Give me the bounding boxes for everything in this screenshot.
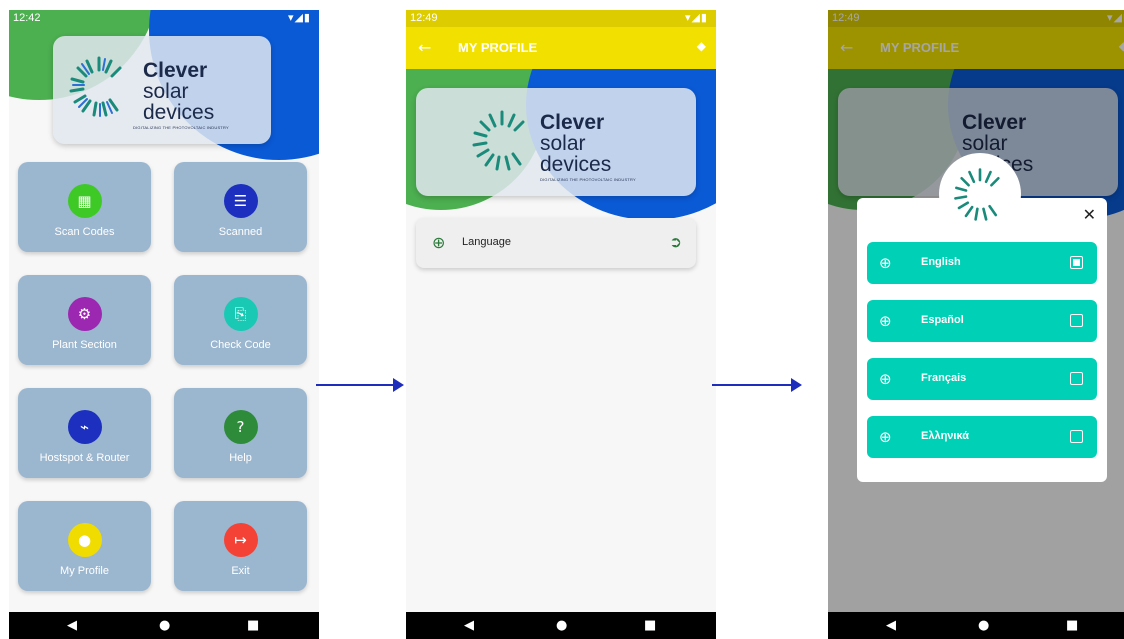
globe-icon: ⊕ xyxy=(879,428,892,446)
nav-back-icon[interactable]: ◀ xyxy=(464,618,474,633)
status-icons: ▾◢▮ xyxy=(287,12,311,24)
wifi-icon: ◆ xyxy=(696,39,706,53)
brand-logo-icon xyxy=(69,56,122,117)
brand-line3: devices xyxy=(540,153,612,176)
language-option[interactable]: ⊕ Ελληνικά xyxy=(867,416,1097,458)
globe-icon: ⊕ xyxy=(879,370,892,388)
language-name: Ελληνικά xyxy=(921,430,969,442)
language-option[interactable]: ⊕ Español xyxy=(867,300,1097,342)
brand-logo-card: Clever solar devices DIGITALIZING THE PH… xyxy=(416,88,696,196)
menu-tile-label: Scan Codes xyxy=(54,226,115,238)
clipboard-search-icon: ⎘ xyxy=(223,297,258,331)
page-title: MY PROFILE xyxy=(458,40,538,55)
qr-code-icon: ▦ xyxy=(67,184,102,218)
nav-back-icon[interactable]: ◀ xyxy=(886,618,896,633)
flow-arrow-2 xyxy=(712,378,802,392)
gear-icon: ⚙ xyxy=(67,297,102,331)
app-bar: ← MY PROFILE ◆ xyxy=(406,27,716,69)
menu-tile[interactable]: ⚙ Plant Section xyxy=(18,275,151,365)
nav-home-icon[interactable]: ● xyxy=(978,618,989,633)
nav-back-icon[interactable]: ◀ xyxy=(67,618,77,633)
list-icon: ☰ xyxy=(223,184,258,218)
nav-home-icon[interactable]: ● xyxy=(159,618,170,633)
menu-tile[interactable]: ● My Profile xyxy=(18,501,151,591)
menu-tile-label: Scanned xyxy=(218,226,263,238)
language-name: Français xyxy=(921,372,967,384)
globe-icon: ⊕ xyxy=(879,312,892,330)
brand-line2: solar xyxy=(540,132,586,155)
language-label: Language xyxy=(462,236,511,248)
menu-tile-label: Hostspot & Router xyxy=(39,452,130,464)
status-bar: 12:49 ▾◢▮ xyxy=(406,10,716,27)
arrow-circle-right-icon[interactable]: ➲ xyxy=(669,233,682,251)
menu-tile[interactable]: ⎘ Check Code xyxy=(174,275,307,365)
menu-tile[interactable]: ▦ Scan Codes xyxy=(18,162,151,252)
language-option[interactable]: ⊕ English xyxy=(867,242,1097,284)
menu-tile-label: Help xyxy=(229,452,252,464)
status-time: 12:42 xyxy=(13,12,41,24)
language-name: Español xyxy=(921,314,964,326)
router-icon: ⌁ xyxy=(67,410,102,444)
language-dialog: ✕ ⊕ English ⊕ Español ⊕ Français ⊕ Ελληνικά xyxy=(857,198,1107,482)
brand-logo-icon xyxy=(954,168,1000,221)
system-nav-bar: ◀ ● ■ xyxy=(828,612,1124,639)
system-nav-bar: ◀ ● ■ xyxy=(406,612,716,639)
brand-line3: devices xyxy=(143,101,215,124)
menu-tile[interactable]: ↦ Exit xyxy=(174,501,307,591)
nav-recent-icon[interactable]: ■ xyxy=(644,618,656,633)
brand-line1: Clever xyxy=(540,111,605,134)
menu-tile-label: Check Code xyxy=(210,339,271,351)
brand-wordmark: Clever solar devices DIGITALIZING THE PH… xyxy=(133,59,229,130)
status-bar: 12:42 ▾◢▮ xyxy=(9,10,319,27)
language-option[interactable]: ⊕ Français xyxy=(867,358,1097,400)
flow-arrow-1 xyxy=(316,378,404,392)
globe-icon: ⊕ xyxy=(879,254,892,272)
language-checkbox[interactable] xyxy=(1070,256,1083,269)
nav-recent-icon[interactable]: ■ xyxy=(1066,618,1078,633)
language-menu-item[interactable]: ⊕ Language ➲ xyxy=(416,218,696,268)
menu-tile-label: Plant Section xyxy=(52,339,117,351)
globe-icon: ⊕ xyxy=(432,233,446,252)
brand-logo-icon xyxy=(472,110,525,171)
exit-icon: ↦ xyxy=(223,523,258,557)
status-time: 12:49 xyxy=(410,12,438,24)
brand-tagline: DIGITALIZING THE PHOTOVOLTAIC INDUSTRY xyxy=(133,125,229,130)
nav-recent-icon[interactable]: ■ xyxy=(247,618,259,633)
language-checkbox[interactable] xyxy=(1070,314,1083,327)
menu-tile[interactable]: ⌁ Hostspot & Router xyxy=(18,388,151,478)
dialog-logo-badge xyxy=(939,153,1021,235)
menu-tile[interactable]: ? Help xyxy=(174,388,307,478)
brand-logo-card: Clever solar devices DIGITALIZING THE PH… xyxy=(53,36,271,144)
language-checkbox[interactable] xyxy=(1070,430,1083,443)
close-icon[interactable]: ✕ xyxy=(1083,205,1096,224)
home-screen: 12:42 ▾◢▮ Clever solar devices DIGITALIZ… xyxy=(9,10,319,639)
brand-line1: Clever xyxy=(143,59,208,82)
brand-tagline: DIGITALIZING THE PHOTOVOLTAIC INDUSTRY xyxy=(540,177,636,182)
menu-tile[interactable]: ☰ Scanned xyxy=(174,162,307,252)
language-name: English xyxy=(921,256,961,268)
menu-tile-label: My Profile xyxy=(60,565,109,577)
brand-wordmark: Clever solar devices DIGITALIZING THE PH… xyxy=(540,112,636,182)
nav-home-icon[interactable]: ● xyxy=(556,618,567,633)
back-arrow-icon[interactable]: ← xyxy=(418,38,431,57)
menu-tile-label: Exit xyxy=(231,565,250,577)
help-icon: ? xyxy=(223,410,258,444)
system-nav-bar: ◀ ● ■ xyxy=(9,612,319,639)
language-checkbox[interactable] xyxy=(1070,372,1083,385)
status-icons: ▾◢▮ xyxy=(684,12,708,24)
language-dialog-screen: 12:49 ▾◢▮ ← MY PROFILE ◆ Clever solar de… xyxy=(828,10,1124,639)
brand-line2: solar xyxy=(143,80,189,103)
profile-screen: 12:49 ▾◢▮ ← MY PROFILE ◆ Clever solar de… xyxy=(406,10,716,639)
person-icon: ● xyxy=(67,523,102,557)
